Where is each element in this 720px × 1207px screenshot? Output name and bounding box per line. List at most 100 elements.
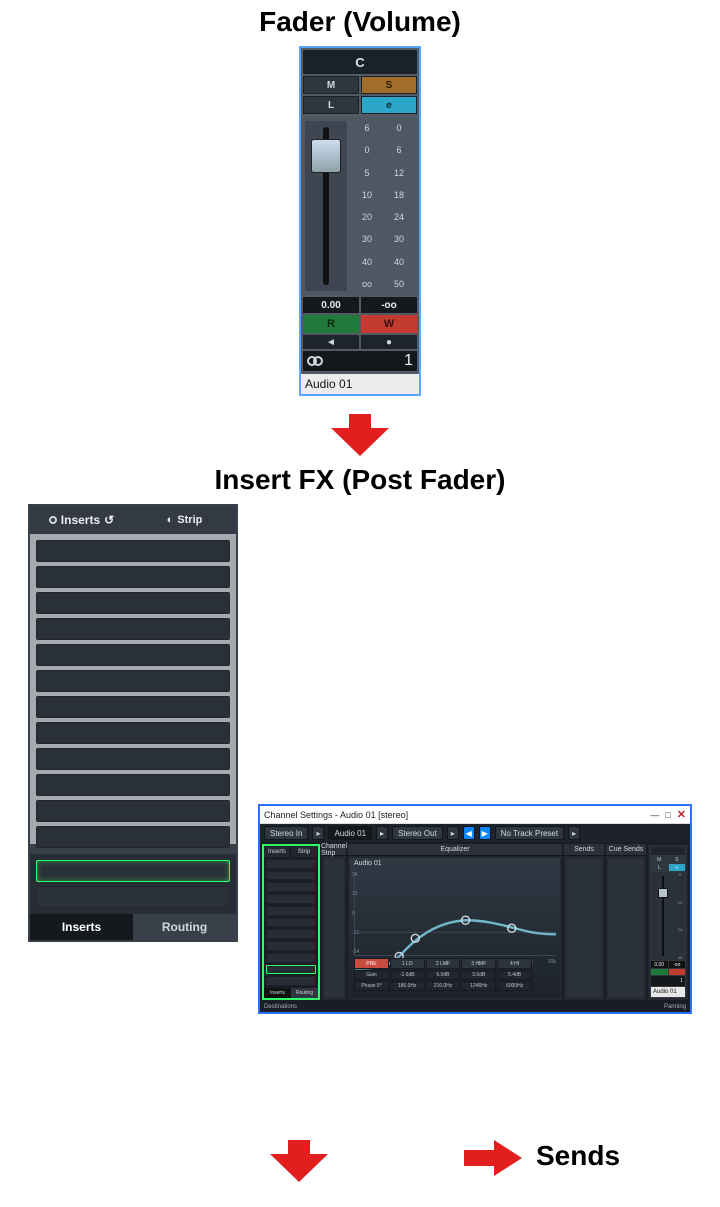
next-channel-button[interactable]: ▶ [479, 826, 491, 840]
eq-band-pre[interactable]: PRE [354, 958, 389, 969]
post-fader-insert-slot[interactable] [36, 860, 230, 882]
output-routing[interactable]: Stereo Out [392, 826, 443, 840]
preset-dropdown[interactable]: ▸ [568, 826, 580, 840]
edit-channel-button[interactable]: e [361, 96, 417, 114]
cs-insert-slot[interactable] [266, 929, 316, 939]
prev-channel-button[interactable]: ◀ [463, 826, 475, 840]
cs-insert-slot[interactable] [266, 859, 316, 869]
insert-slot[interactable] [36, 826, 230, 848]
tab-inserts[interactable]: Inserts ↺ [30, 506, 133, 534]
channel-strip-modules[interactable] [324, 858, 344, 998]
cs-insert-slot[interactable] [266, 906, 316, 916]
insert-slot[interactable] [36, 696, 230, 718]
cs-ft-routing[interactable]: Routing [291, 988, 318, 998]
insert-slot[interactable] [36, 748, 230, 770]
insert-slot[interactable] [36, 774, 230, 796]
track-dropdown[interactable]: ▸ [376, 826, 388, 840]
track-preset[interactable]: No Track Preset [495, 826, 564, 840]
mini-mute[interactable]: M [651, 856, 668, 863]
eq-phase-label[interactable]: Phase 0° [354, 981, 389, 991]
eq-gain-2[interactable]: 6.0dB [426, 970, 461, 980]
input-routing[interactable]: Stereo In [264, 826, 308, 840]
eq-gain-3[interactable]: 3.6dB [461, 970, 496, 980]
eq-freq-3[interactable]: 1246Hz [461, 981, 496, 991]
footer-tab-routing[interactable]: Routing [133, 914, 236, 940]
cs-tab-inserts[interactable]: Inserts [264, 846, 291, 857]
mini-track-name[interactable]: Audio 01 [651, 987, 685, 997]
mini-listen[interactable]: L [651, 864, 668, 871]
automation-read-button[interactable]: R [303, 315, 359, 333]
sends-slots[interactable] [566, 858, 602, 998]
record-enable-button[interactable]: ● [361, 335, 417, 349]
eq-freq-2[interactable]: 216.0Hz [426, 981, 461, 991]
eq-gain-label: Gain [354, 970, 389, 980]
pan-readout[interactable]: C [303, 50, 417, 74]
cs-fader-section: M S L e 0122440 [648, 844, 688, 1000]
insert-slot[interactable] [36, 592, 230, 614]
peak-readout[interactable]: -oo [361, 297, 417, 313]
insert-slot[interactable] [36, 540, 230, 562]
insert-slot[interactable] [36, 618, 230, 640]
mute-button[interactable]: M [303, 76, 359, 94]
cs-insert-slot[interactable] [266, 894, 316, 904]
insert-slot[interactable] [36, 566, 230, 588]
tab-strip[interactable]: ◐ Strip [133, 506, 236, 534]
fader-scale-left: 6 0 5 10 20 30 40 oo [351, 121, 383, 291]
cs-insert-slot[interactable] [266, 871, 316, 881]
eq-band-2[interactable]: 2 LMF [426, 958, 461, 969]
row-inserts-and-settings: Inserts ↺ ◐ Strip [0, 504, 720, 1014]
mini-peak[interactable]: -oo [669, 961, 686, 968]
eq-band-3[interactable]: 3 HMF [461, 958, 496, 969]
mini-edit[interactable]: e [669, 864, 686, 871]
monitor-button[interactable]: ◄ [303, 335, 359, 349]
solo-button[interactable]: S [361, 76, 417, 94]
insert-slot[interactable] [36, 722, 230, 744]
insert-slot[interactable] [36, 670, 230, 692]
cs-tab-strip[interactable]: Strip [291, 846, 318, 857]
cs-insert-slot[interactable] [266, 953, 316, 963]
mini-write[interactable] [669, 969, 686, 975]
post-fader-insert-slot[interactable] [36, 886, 230, 908]
output-dropdown[interactable]: ▸ [447, 826, 459, 840]
cs-insert-slot[interactable] [266, 882, 316, 892]
input-dropdown[interactable]: ▸ [312, 826, 324, 840]
inserts-footer-tabs: Inserts Routing [30, 914, 236, 940]
window-maximize-button[interactable]: □ [665, 810, 670, 820]
mini-pan[interactable] [651, 847, 685, 855]
window-titlebar[interactable]: Channel Settings - Audio 01 [stereo] — □… [260, 806, 690, 824]
footer-destinations[interactable]: Destinations [264, 1004, 297, 1010]
track-name-field[interactable]: Audio 01 [301, 374, 419, 394]
cs-insert-slot[interactable] [266, 918, 316, 928]
power-icon [49, 516, 57, 524]
cs-post-fader-slot[interactable] [266, 976, 316, 986]
track-name-box[interactable]: Audio 01 [328, 826, 372, 840]
cs-post-fader-slot[interactable] [266, 965, 316, 975]
eq-freq-1[interactable]: 186.0Hz [390, 981, 425, 991]
eq-freq-4[interactable]: 6000Hz [497, 981, 532, 991]
mini-solo[interactable]: S [669, 856, 686, 863]
insert-slot[interactable] [36, 800, 230, 822]
fader-cap[interactable] [311, 139, 341, 173]
eq-gain-1[interactable]: -1.6dB [390, 970, 425, 980]
heading-insert-fx: Insert FX (Post Fader) [0, 464, 720, 496]
window-minimize-button[interactable]: — [650, 810, 659, 820]
channel-number-row: 1 [303, 351, 417, 371]
gain-db-readout[interactable]: 0.00 [303, 297, 359, 313]
footer-panning[interactable]: Panning [664, 1004, 686, 1010]
mini-fader-cap[interactable] [658, 888, 668, 898]
cue-send-slots[interactable] [608, 858, 644, 998]
eq-band-1[interactable]: 1 LO [390, 958, 425, 969]
eq-gain-4[interactable]: 5.4dB [497, 970, 532, 980]
cs-insert-slot[interactable] [266, 941, 316, 951]
mini-channel-strip: M S L e 0122440 [650, 846, 686, 998]
automation-write-button[interactable]: W [361, 315, 417, 333]
listen-button[interactable]: L [303, 96, 359, 114]
cs-ft-inserts[interactable]: Inserts [264, 988, 291, 998]
mini-read[interactable] [651, 969, 668, 975]
mini-db[interactable]: 0.00 [651, 961, 668, 968]
insert-slot[interactable] [36, 644, 230, 666]
footer-tab-inserts[interactable]: Inserts [30, 914, 133, 940]
eq-display[interactable]: Audio 01 24 12 0 -12 -24 [350, 858, 560, 998]
window-close-button[interactable]: ✕ [677, 808, 686, 821]
eq-band-4[interactable]: 4 HI [497, 958, 532, 969]
